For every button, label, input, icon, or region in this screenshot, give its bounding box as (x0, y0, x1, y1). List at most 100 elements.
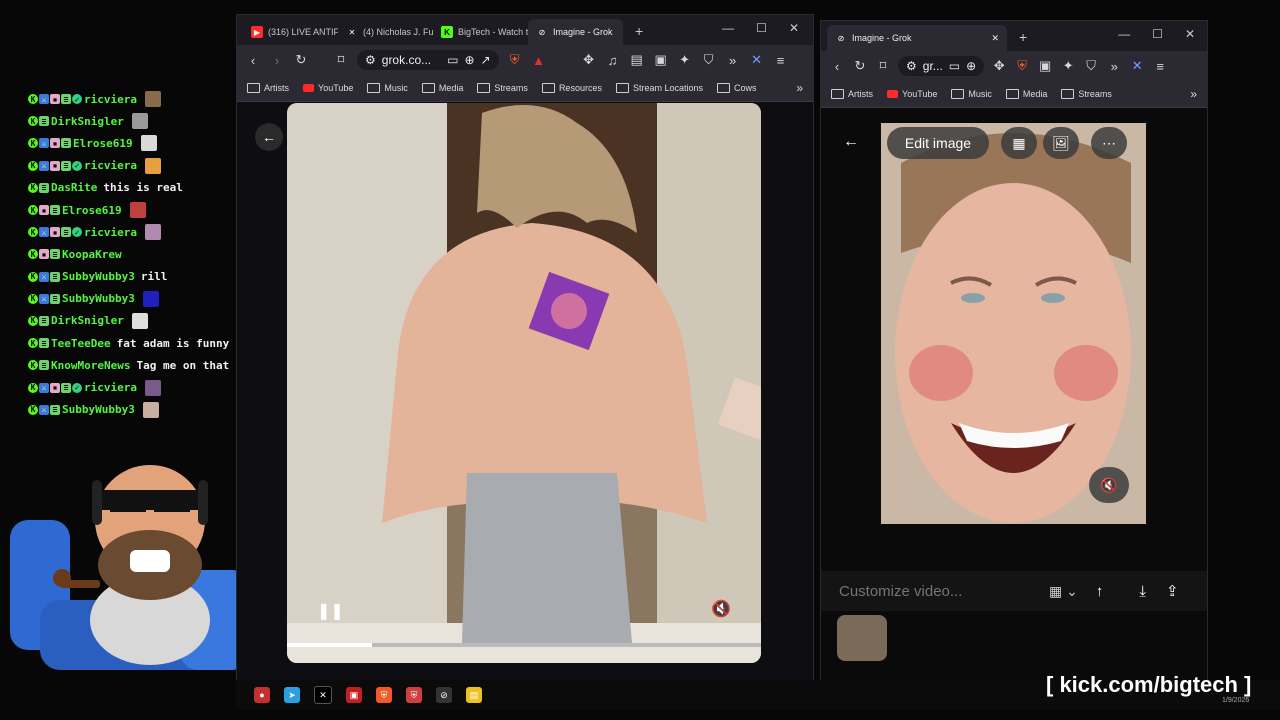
bookmark-music[interactable]: Music (951, 89, 992, 99)
bookmark-youtube[interactable]: YouTube (303, 83, 353, 93)
bookmark-artists[interactable]: Artists (247, 83, 289, 93)
extensions-icon[interactable]: ✥ (991, 58, 1007, 74)
more-bookmarks-icon[interactable]: » (796, 81, 803, 95)
url-bar[interactable]: ⚙ gr... ▭ ⊕ (898, 56, 985, 76)
watermark-text: [ kick.com/bigtech ] (1046, 672, 1252, 697)
image-mode-icon[interactable]: 🖼 (1043, 127, 1079, 159)
zoom-icon[interactable]: ⊕ (966, 59, 976, 73)
download-icon[interactable]: ⤓ (1139, 583, 1146, 600)
more-options-icon[interactable]: ⋯ (1091, 127, 1127, 159)
more-extensions-icon[interactable]: » (1106, 59, 1122, 74)
close-icon[interactable]: ✕ (991, 33, 999, 44)
more-extensions-icon[interactable]: » (725, 53, 741, 68)
tab-x[interactable]: ✕ (4) Nicholas J. Fue (338, 19, 433, 45)
sidebar-icon[interactable]: ▤ (629, 52, 645, 68)
screen-icon[interactable]: ▭ (949, 59, 960, 73)
vpn-icon[interactable]: ⛉ (1083, 58, 1099, 74)
rewards-icon[interactable]: ▲ (531, 53, 547, 68)
files-icon[interactable]: ▤ (466, 687, 482, 703)
bookmark-artists[interactable]: Artists (831, 89, 873, 99)
pause-icon[interactable]: ❚❚ (317, 601, 344, 621)
app-icon-red[interactable]: ● (254, 687, 270, 703)
share-icon[interactable]: ↗ (481, 53, 491, 67)
leo-icon[interactable]: ✦ (677, 52, 693, 68)
submit-arrow-icon[interactable]: ↑ (1096, 583, 1104, 600)
thumbnail[interactable] (837, 615, 887, 661)
generated-image[interactable] (881, 123, 1146, 524)
maximize-icon[interactable]: ☐ (756, 21, 767, 35)
bookmark-youtube[interactable]: YouTube (887, 89, 937, 99)
reload-icon[interactable]: ↻ (852, 58, 868, 74)
new-tab-icon[interactable]: + (635, 23, 643, 39)
vpn-icon[interactable]: ⛉ (701, 52, 717, 68)
minimize-icon[interactable]: — (1118, 27, 1130, 41)
minimize-icon[interactable]: — (722, 21, 734, 35)
x-extension-icon[interactable]: ✕ (1129, 58, 1145, 74)
x-app-icon[interactable]: ✕ (314, 686, 332, 704)
x-extension-icon[interactable]: ✕ (749, 52, 765, 68)
bookmark-media[interactable]: Media (421, 83, 463, 93)
site-info-icon[interactable]: ⚙ (906, 59, 917, 73)
back-icon[interactable]: ‹ (245, 53, 261, 68)
aspect-ratio-icon[interactable]: ▦ ⌄ (1049, 583, 1078, 600)
window-controls: — ☐ ✕ (1118, 27, 1195, 41)
bookmark-resources[interactable]: Resources (541, 83, 602, 93)
new-tab-icon[interactable]: + (1019, 29, 1027, 45)
bookmark-icon[interactable]: ⌑ (875, 58, 891, 74)
bookmark-stream-locations[interactable]: Stream Locations (615, 83, 703, 93)
zoom-icon[interactable]: ⊕ (464, 53, 474, 67)
brave-icon[interactable]: ⛨ (376, 687, 392, 703)
share-icon[interactable]: ⇪ (1166, 582, 1179, 600)
close-window-icon[interactable]: ✕ (789, 21, 799, 35)
reload-icon[interactable]: ↻ (293, 52, 309, 68)
tab-youtube[interactable]: ▶ (316) LIVE ANTIFA (243, 19, 338, 45)
extensions-icon[interactable]: ✥ (581, 52, 597, 68)
chat-emote (144, 379, 161, 396)
bookmark-music[interactable]: Music (367, 83, 408, 93)
progress-bar[interactable] (287, 643, 761, 647)
forward-icon[interactable]: › (269, 53, 285, 68)
site-info-icon[interactable]: ⚙ (365, 53, 376, 67)
grok-app-icon[interactable]: ⊘ (436, 687, 452, 703)
close-window-icon[interactable]: ✕ (1185, 27, 1195, 41)
customize-video-input[interactable] (837, 581, 1031, 601)
bookmark-media[interactable]: Media (1005, 89, 1047, 99)
screen-icon[interactable]: ▭ (447, 53, 458, 67)
music-icon[interactable]: ♫ (605, 53, 621, 68)
leo-icon[interactable]: ✦ (1060, 58, 1076, 74)
menu-icon[interactable]: ≡ (1152, 59, 1168, 74)
back-arrow-icon[interactable]: ← (255, 123, 283, 151)
edit-image-button[interactable]: Edit image (887, 127, 989, 159)
tab-kick[interactable]: K BigTech - Watch th (433, 19, 528, 45)
video-player[interactable]: ❚❚ 🔇 (287, 103, 761, 663)
bookmark-cows[interactable]: Cows (717, 83, 757, 93)
tab-grok[interactable]: ⊘Imagine - Grok✕ (528, 19, 623, 45)
brave-beta-icon[interactable]: ⛨ (406, 687, 422, 703)
more-bookmarks-icon[interactable]: » (1190, 87, 1197, 101)
gift-badge-icon: ≡ (50, 249, 60, 260)
sub-badge-icon: ▪ (39, 249, 49, 260)
badge-group: K ⚔ ▪ ≡ ✓ (28, 160, 82, 171)
back-icon[interactable]: ‹ (829, 59, 845, 74)
url-bar[interactable]: ⚙ grok.co... ▭ ⊕ ↗ (357, 50, 499, 70)
customize-video-bar: ▦ ⌄ ↑ ⤓ ⇪ (821, 571, 1207, 611)
wallet-icon[interactable]: ▣ (1037, 58, 1053, 74)
telegram-icon[interactable]: ➤ (284, 687, 300, 703)
bookmark-streams[interactable]: Streams (1061, 89, 1112, 99)
mute-icon[interactable]: 🔇 (711, 599, 731, 619)
wallet-icon[interactable]: ▣ (653, 52, 669, 68)
chat-message: K ▪ ≡ KoopaKrew (28, 243, 238, 265)
video-mode-icon[interactable]: ▦ (1001, 127, 1037, 159)
brave-shield-icon[interactable]: ⛨ (507, 52, 523, 68)
tab-grok[interactable]: ⊘Imagine - Grok✕ (827, 25, 1007, 51)
brave-shield-icon[interactable]: ⛨ (1014, 58, 1030, 74)
menu-icon[interactable]: ≡ (773, 53, 789, 68)
back-arrow-icon[interactable]: ← (843, 133, 859, 151)
bookmark-streams[interactable]: Streams (477, 83, 528, 93)
voicemod-icon[interactable]: ▣ (346, 687, 362, 703)
bookmark-icon[interactable]: ⌑ (333, 52, 349, 68)
maximize-icon[interactable]: ☐ (1152, 27, 1163, 41)
verified-badge-icon: ✓ (72, 160, 82, 171)
mute-icon[interactable]: 🔇 (1089, 467, 1129, 503)
folder-icon (831, 89, 844, 99)
